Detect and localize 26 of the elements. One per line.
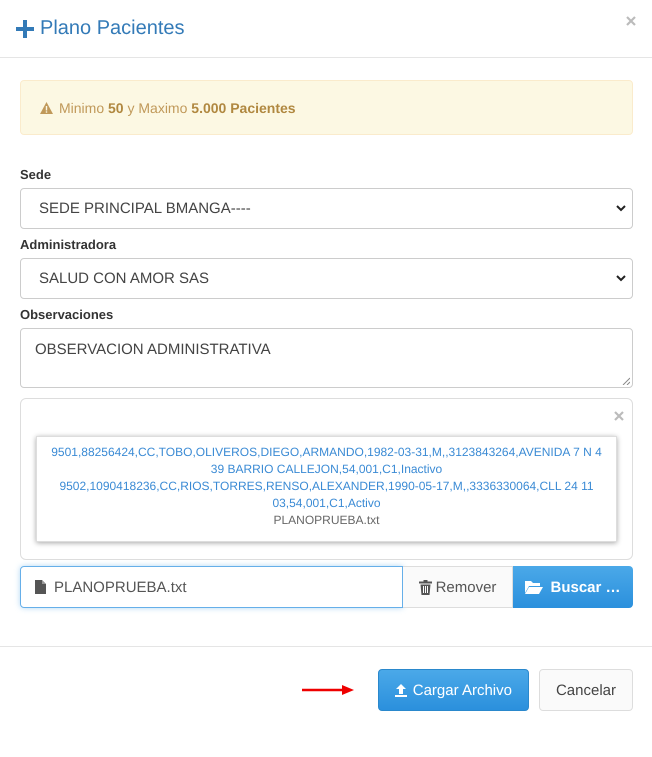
trash-icon: [418, 580, 432, 594]
field-label: Sede: [20, 167, 52, 182]
file-icon: [35, 580, 46, 594]
plus-icon: [16, 20, 34, 38]
select-field[interactable]: SALUD CON AMOR SAS: [20, 258, 633, 299]
chevron-icon: [616, 205, 626, 212]
alert-text: Minimo 50 y Maximo 5.000 Pacientes: [59, 100, 296, 116]
folder-icon: [525, 580, 544, 594]
resize-grip-icon: [622, 377, 630, 385]
chevron-icon: [616, 275, 626, 282]
field-label: Administradora: [20, 237, 118, 252]
modal-title: Plano Pacientes: [40, 17, 185, 40]
close-icon[interactable]: [626, 16, 636, 26]
textarea-field[interactable]: OBSERVACION ADMINISTRATIVA: [20, 328, 633, 388]
select-field[interactable]: SEDE PRINCIPAL BMANGA----: [20, 188, 633, 229]
file-name-field[interactable]: PLANOPRUEBA.txt: [20, 566, 403, 608]
file-content-line: 9502,1090418236,CC,RIOS,TORRES,RENSO,ALEXANDER,1990-05-17,M,,3336330064,CLL 24 11 03,54,001,C1,Activo: [58, 478, 595, 512]
field-label: Observaciones: [20, 307, 114, 322]
close-icon[interactable]: [614, 411, 624, 421]
arrow-icon: [302, 685, 354, 695]
warning-icon: [40, 102, 53, 114]
upload-icon: [394, 684, 407, 696]
remove-button[interactable]: Remover: [403, 566, 513, 608]
preview-filename: PLANOPRUEBA.txt: [273, 512, 380, 529]
cancel-button[interactable]: Cancelar: [538, 669, 633, 711]
file-content-line: 9501,88256424,CC,TOBO,OLIVEROS,DIEGO,ARMANDO,1982-03-31,M,,3123843264,AVENIDA 7 N 4 39 BARRIO CALLEJON,54,001,C1,Inactivo: [50, 444, 603, 478]
